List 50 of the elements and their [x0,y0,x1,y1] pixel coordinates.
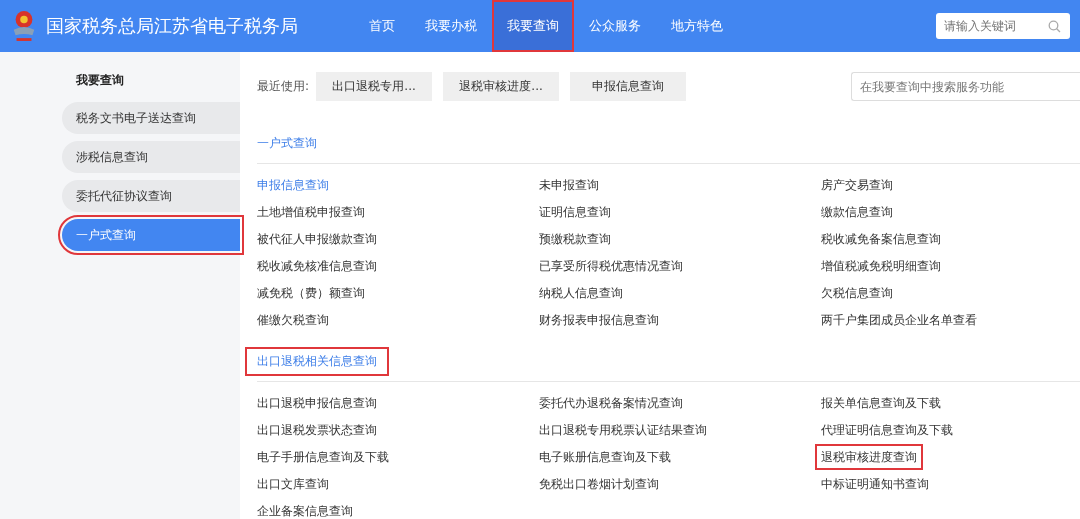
query-link[interactable]: 已享受所得税优惠情况查询 [533,253,689,279]
query-link[interactable]: 纳税人信息查询 [533,280,629,306]
query-link[interactable]: 免税出口卷烟计划查询 [533,471,665,497]
sidebar-item[interactable]: 税务文书电子送达查询 [62,102,240,134]
recent-button[interactable]: 出口退税专用... [316,72,433,101]
query-link[interactable]: 出口退税申报信息查询 [251,390,383,416]
query-link[interactable]: 房产交易查询 [815,172,899,198]
recent-button[interactable]: 申报信息查询 [570,72,687,101]
site-title: 国家税务总局江苏省电子税务局 [46,14,298,38]
query-link[interactable]: 电子手册信息查询及下载 [251,444,395,470]
section-title: 一户式查询 [257,135,317,152]
query-link[interactable]: 催缴欠税查询 [251,307,335,333]
search-field[interactable]: 请输入关键词 [936,13,1070,39]
query-link[interactable]: 出口退税发票状态查询 [251,417,383,443]
query-link[interactable]: 代理证明信息查询及下载 [815,417,959,443]
query-link[interactable]: 税收减免备案信息查询 [815,226,947,252]
search-field[interactable]: 在我要查询中搜索服务功能 [851,72,1080,101]
query-link[interactable]: 两千户集团成员企业名单查看 [815,307,983,333]
query-link[interactable]: 中标证明通知书查询 [815,471,935,497]
search-icon [1048,20,1061,33]
query-link[interactable]: 增值税减免税明细查询 [815,253,947,279]
section-title: 出口退税相关信息查询 [247,349,387,374]
query-link[interactable]: 被代征人申报缴款查询 [251,226,383,252]
query-link[interactable]: 企业备案信息查询 [251,498,359,519]
recent-label: 最近使用: [257,78,310,95]
query-link[interactable]: 报关单信息查询及下载 [815,390,947,416]
query-link[interactable]: 税收减免核准信息查询 [251,253,383,279]
query-link[interactable]: 委托代办退税备案情况查询 [533,390,689,416]
nav-tab[interactable]: 我要办税 [410,0,492,52]
query-link[interactable]: 申报信息查询 [251,172,335,198]
query-link[interactable]: 土地增值税申报查询 [251,199,371,225]
query-link[interactable]: 财务报表申报信息查询 [533,307,665,333]
recent-button[interactable]: 退税审核进度... [443,72,560,101]
sidebar-item[interactable]: 涉税信息查询 [62,141,240,173]
query-link[interactable]: 出口文库查询 [251,471,335,497]
query-link[interactable]: 减免税（费）额查询 [251,280,371,306]
query-link[interactable]: 证明信息查询 [533,199,617,225]
query-link[interactable]: 缴款信息查询 [815,199,899,225]
query-link[interactable]: 未申报查询 [533,172,605,198]
sidebar-item[interactable]: 委托代征协议查询 [62,180,240,212]
query-link[interactable]: 出口退税专用税票认证结果查询 [533,417,713,443]
query-link[interactable]: 预缴税款查询 [533,226,617,252]
nav-tab[interactable]: 我要查询 [492,0,574,52]
nav-tab[interactable]: 公众服务 [574,0,656,52]
query-link[interactable]: 退税审核进度查询 [815,444,923,470]
nav-tab[interactable]: 地方特色 [656,0,738,52]
query-link[interactable]: 电子账册信息查询及下载 [533,444,677,470]
sidebar-title: 我要查询 [76,72,125,89]
query-link[interactable]: 欠税信息查询 [815,280,899,306]
nav-tab[interactable]: 首页 [354,0,410,52]
